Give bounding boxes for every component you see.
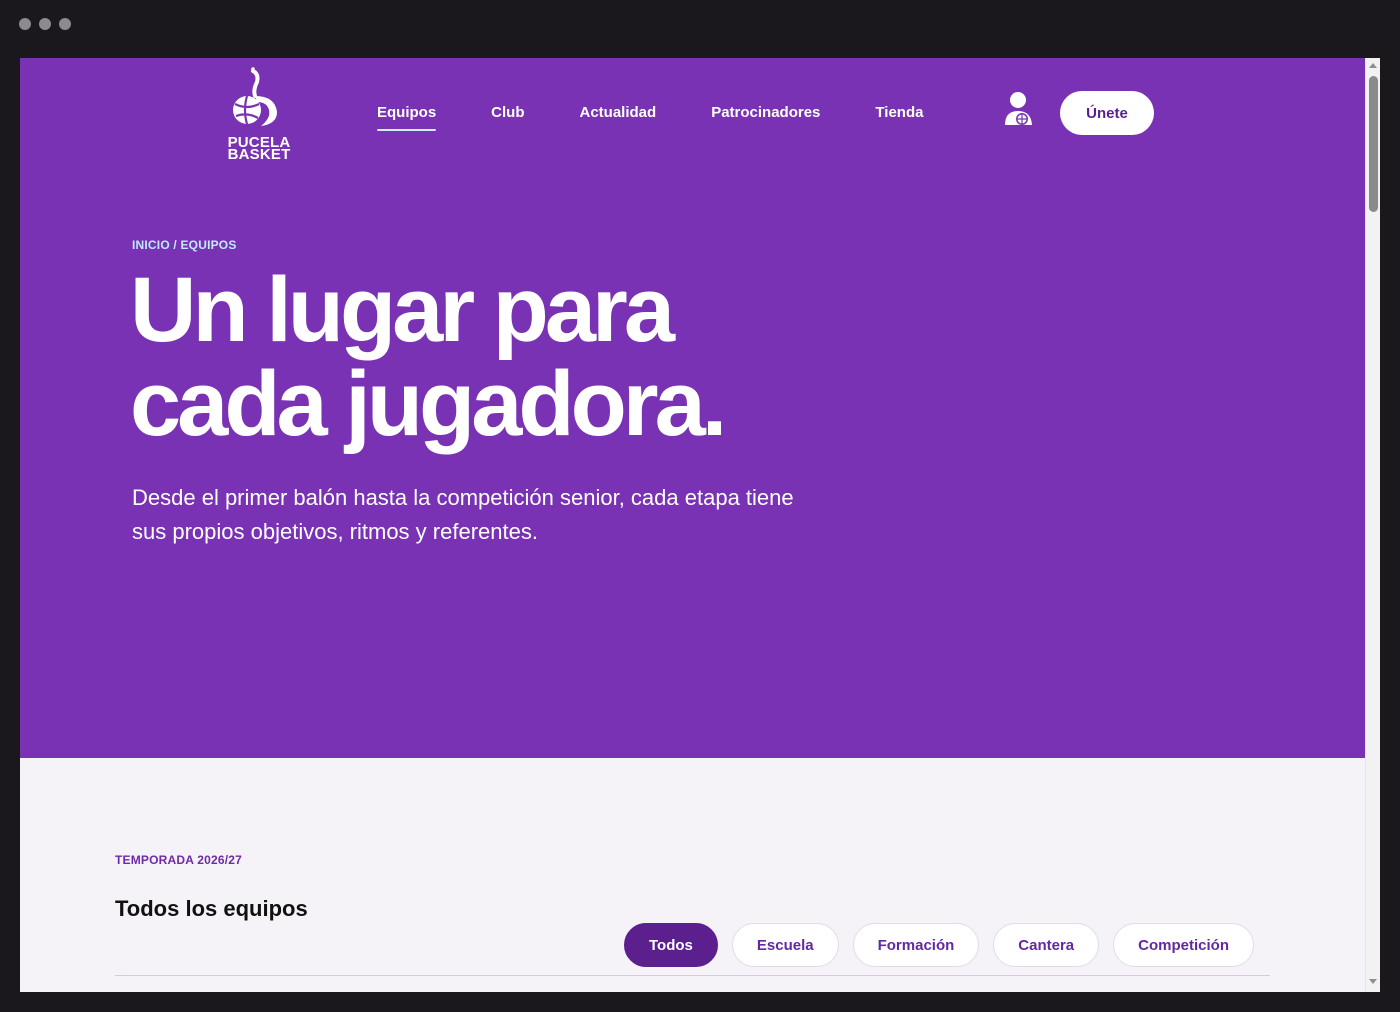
section-divider bbox=[115, 975, 1270, 976]
page-title-line-2: cada jugadora. bbox=[130, 353, 727, 455]
page-title-line-1: Un lugar para bbox=[130, 259, 675, 361]
filter-competicion[interactable]: Competición bbox=[1113, 923, 1254, 967]
scroll-down-arrow-icon[interactable] bbox=[1369, 979, 1377, 984]
maximize-dot[interactable] bbox=[59, 18, 71, 30]
peacock-basketball-icon bbox=[233, 67, 277, 126]
browser-window: PUCELA BASKET Equipos Club Actualidad Pa… bbox=[0, 0, 1400, 1012]
team-filters: Todos Escuela Formación Cantera Competic… bbox=[624, 923, 1254, 967]
hero-section: PUCELA BASKET Equipos Club Actualidad Pa… bbox=[20, 58, 1365, 758]
club-logo[interactable]: PUCELA BASKET bbox=[218, 66, 300, 164]
teams-section-title: Todos los equipos bbox=[115, 896, 308, 921]
hero-subtitle: Desde el primer balón hasta la competici… bbox=[132, 485, 794, 544]
filter-cantera[interactable]: Cantera bbox=[993, 923, 1100, 967]
scrollbar-thumb[interactable] bbox=[1369, 76, 1378, 212]
nav-item-tienda[interactable]: Tienda bbox=[875, 104, 923, 125]
breadcrumb[interactable]: INICIO / EQUIPOS bbox=[132, 238, 237, 252]
main-nav: Equipos Club Actualidad Patrocinadores T… bbox=[377, 104, 978, 131]
user-basketball-icon[interactable] bbox=[1002, 91, 1036, 127]
window-controls bbox=[19, 18, 71, 30]
nav-item-equipos[interactable]: Equipos bbox=[377, 104, 437, 131]
nav-item-patrocinadores[interactable]: Patrocinadores bbox=[711, 104, 820, 125]
filter-todos[interactable]: Todos bbox=[624, 923, 718, 967]
join-button[interactable]: Únete bbox=[1060, 91, 1154, 135]
filter-escuela[interactable]: Escuela bbox=[731, 923, 839, 967]
scroll-up-arrow-icon[interactable] bbox=[1369, 63, 1377, 68]
page-title: Un lugar para cada jugadora. bbox=[130, 263, 890, 451]
nav-item-club[interactable]: Club bbox=[491, 104, 524, 125]
close-dot[interactable] bbox=[19, 18, 31, 30]
nav-item-actualidad[interactable]: Actualidad bbox=[580, 104, 657, 125]
season-label: TEMPORADA 2026/27 bbox=[115, 853, 242, 867]
filter-formacion[interactable]: Formación bbox=[852, 923, 980, 967]
page-viewport: PUCELA BASKET Equipos Club Actualidad Pa… bbox=[20, 58, 1380, 992]
logo-line-2: BASKET bbox=[227, 146, 291, 163]
vertical-scrollbar[interactable] bbox=[1365, 58, 1380, 992]
minimize-dot[interactable] bbox=[39, 18, 51, 30]
logo-wordmark: PUCELA BASKET bbox=[218, 135, 300, 163]
